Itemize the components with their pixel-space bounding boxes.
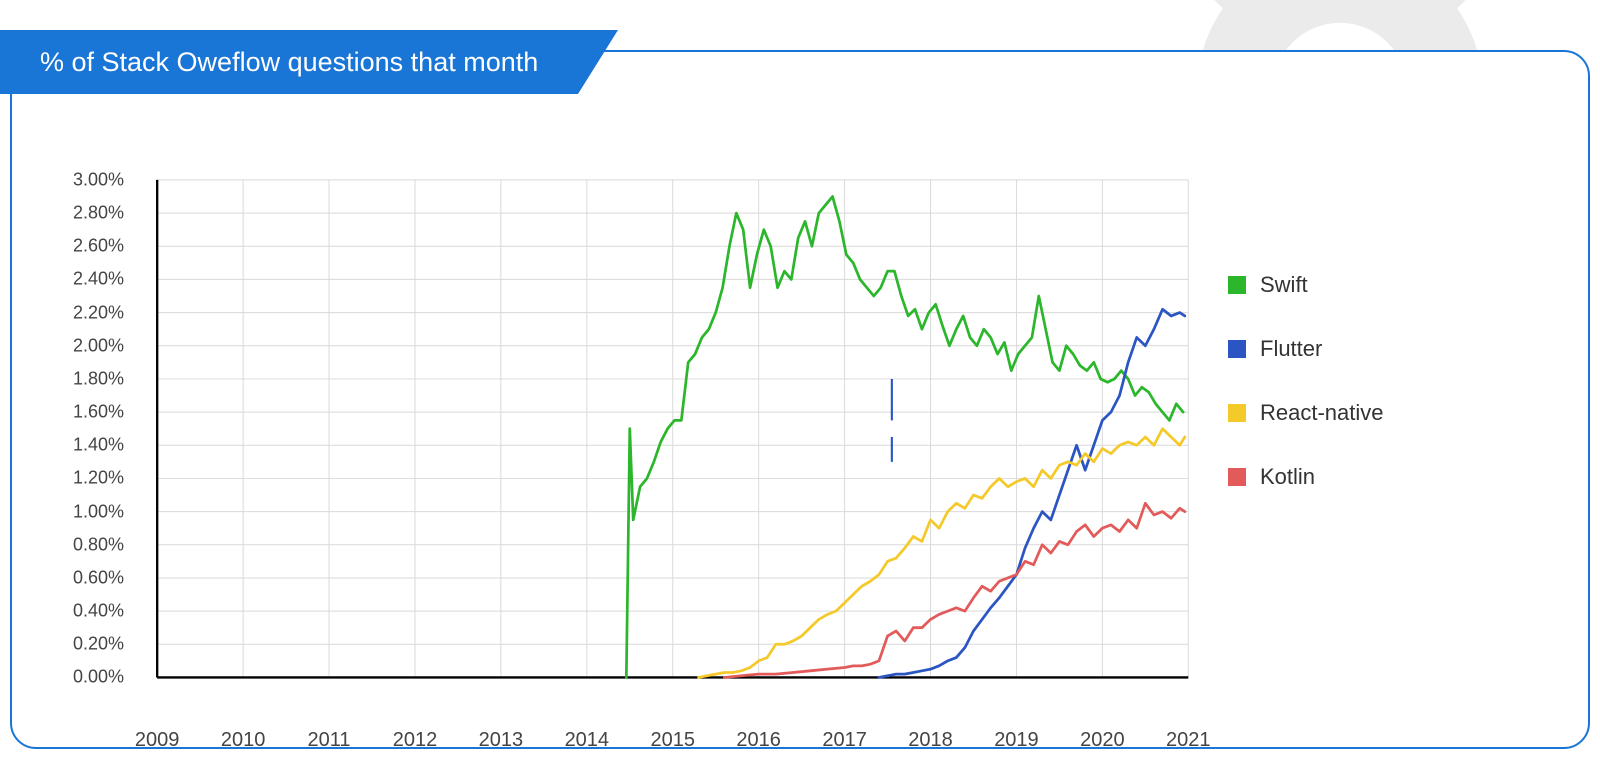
x-tick-label: 2018 [908, 729, 953, 752]
y-tick-label: 0.20% [73, 634, 124, 655]
legend-label: React-native [1260, 400, 1384, 426]
x-tick-label: 2021 [1166, 729, 1211, 752]
y-tick-label: 3.00% [73, 169, 124, 190]
chart-title: % of Stack Oweflow questions that month [40, 47, 538, 78]
x-tick-label: 2011 [308, 729, 351, 752]
y-tick-label: 0.60% [73, 567, 124, 588]
y-tick-label: 2.40% [73, 269, 124, 290]
chart-card: 0.00% 0.20% 0.40% 0.60% 0.80% 1.00% 1.20% 1.40%… [10, 50, 1590, 749]
x-tick-label: 2010 [221, 729, 266, 752]
y-tick-label: 2.20% [73, 302, 124, 323]
legend-label: Swift [1260, 272, 1308, 298]
legend-label: Kotlin [1260, 464, 1315, 490]
y-tick-label: 0.40% [73, 601, 124, 622]
y-tick-label: 0.80% [73, 534, 124, 555]
legend-item: Flutter [1228, 336, 1568, 362]
x-tick-label: 2012 [393, 729, 438, 752]
legend-swatch [1228, 404, 1246, 422]
legend-item: Kotlin [1228, 464, 1568, 490]
legend-item: Swift [1228, 272, 1568, 298]
x-tick-label: 2009 [135, 729, 180, 752]
y-tick-label: 1.80% [73, 368, 124, 389]
legend-swatch [1228, 340, 1246, 358]
plot-area: 2009201020112012201320142015201620172018… [130, 172, 1198, 727]
legend: Swift Flutter React-native Kotlin [1198, 172, 1568, 727]
x-tick-label: 2017 [822, 729, 867, 752]
x-axis-labels: 2009 2010 2011 2012 2013 2014 2015 2016 2017 2018… [130, 729, 1198, 769]
y-tick-label: 2.80% [73, 203, 124, 224]
x-tick-label: 2015 [650, 729, 695, 752]
x-tick-label: 2016 [736, 729, 781, 752]
x-tick-label: 2020 [1080, 729, 1125, 752]
y-tick-label: 0.00% [73, 667, 124, 688]
legend-item: React-native [1228, 400, 1568, 426]
legend-label: Flutter [1260, 336, 1322, 362]
y-tick-label: 1.40% [73, 435, 124, 456]
x-tick-label: 2019 [994, 729, 1039, 752]
legend-swatch [1228, 468, 1246, 486]
x-tick-label: 2013 [479, 729, 524, 752]
legend-swatch [1228, 276, 1246, 294]
y-tick-label: 2.60% [73, 236, 124, 257]
y-axis-labels: 0.00% 0.20% 0.40% 0.60% 0.80% 1.00% 1.20% 1.40%… [30, 172, 130, 727]
x-tick-label: 2014 [565, 729, 610, 752]
y-tick-label: 1.20% [73, 468, 124, 489]
y-tick-label: 1.60% [73, 402, 124, 423]
y-tick-label: 2.00% [73, 335, 124, 356]
y-tick-label: 1.00% [73, 501, 124, 522]
chart-title-banner: % of Stack Oweflow questions that month [0, 30, 578, 94]
